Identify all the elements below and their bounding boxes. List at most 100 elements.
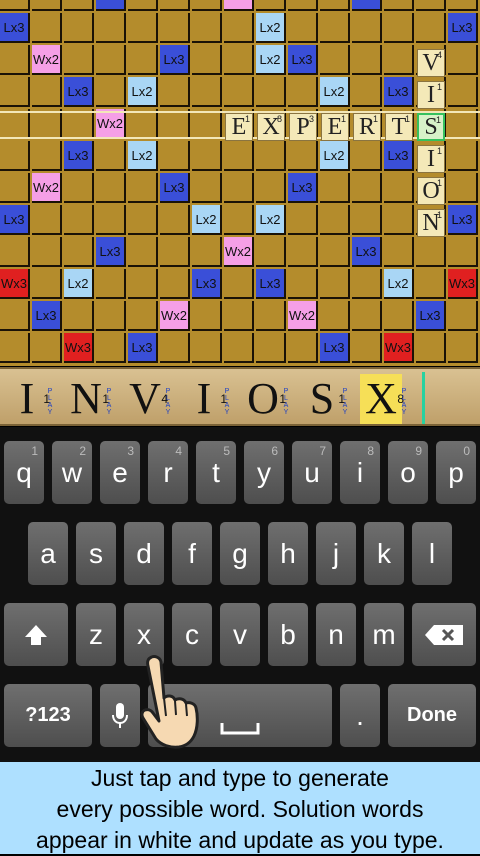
board-square [352,205,382,235]
board-square [64,0,94,11]
tile-score: 1 [340,114,346,124]
key-e[interactable]: e3 [100,441,140,504]
key-z[interactable]: z [76,603,116,666]
board-square [384,0,414,11]
done-key[interactable]: Done [388,684,476,747]
board-square [288,13,318,43]
key-g[interactable]: g [220,522,260,585]
board-square [352,141,382,171]
rack-tile[interactable]: I 1 PLAY [6,374,53,424]
board-square [32,0,62,11]
key-hint: 2 [79,444,86,458]
rack-tile-letter: I [196,374,212,423]
key-r[interactable]: r4 [148,441,188,504]
board-square [256,301,286,331]
premium-square: Lx3 [352,237,382,267]
board-square [96,13,126,43]
key-f[interactable]: f [172,522,212,585]
key-a[interactable]: a [28,522,68,585]
key-s[interactable]: s [76,522,116,585]
board-square [416,13,446,43]
premium-square: Lx3 [96,0,126,11]
rack-tile[interactable]: X 8 PLAY [360,374,406,424]
backspace-icon [425,624,463,645]
key-d[interactable]: d [124,522,164,585]
board-square [288,77,318,107]
rack-tile[interactable]: V 4 PLAY [124,374,170,424]
play-label[interactable]: PLAY [165,388,171,416]
key-q[interactable]: q1 [4,441,44,504]
premium-square: Lx2 [128,77,158,107]
key-i[interactable]: i8 [340,441,380,504]
premium-square: Lx3 [352,0,382,11]
board-square [224,333,254,363]
board-square [32,141,62,171]
delete-key[interactable] [412,603,476,666]
board-square [64,13,94,43]
key-k[interactable]: k [364,522,404,585]
board-square [320,301,350,331]
board-square [288,205,318,235]
board-square [384,205,414,235]
premium-square: Lx3 [320,333,350,363]
board-square [448,237,478,267]
board-tile: X8 [257,113,285,141]
symbols-key[interactable]: ?123 [4,684,92,747]
play-label[interactable]: PLAY [342,388,348,416]
mic-key[interactable] [100,684,140,747]
key-u[interactable]: u7 [292,441,332,504]
board-square [256,173,286,203]
board-square [96,45,126,75]
board-square [224,45,254,75]
microphone-icon [112,702,128,728]
key-label: t [212,456,220,488]
board-square [352,269,382,299]
shift-key[interactable] [4,603,68,666]
board-square [448,333,478,363]
board-square [64,173,94,203]
key-label: y [257,456,271,488]
play-label[interactable]: PLAY [106,388,112,416]
rack-tile-letter: I [19,374,35,423]
key-t[interactable]: t5 [196,441,236,504]
premium-square: Lx3 [96,237,126,267]
key-y[interactable]: y6 [244,441,284,504]
board-tile: I1 [417,81,445,109]
rack-tile[interactable]: N 1 PLAY [65,374,111,424]
period-key[interactable]: . [340,684,380,747]
board-square [0,141,30,171]
rack-tile[interactable]: I 1 PLAY [183,374,230,424]
board-square [64,45,94,75]
play-label[interactable]: PLAY [47,388,53,416]
key-w[interactable]: w2 [52,441,92,504]
premium-square: Lx3 [384,77,414,107]
key-o[interactable]: o9 [388,441,428,504]
board-square [224,301,254,331]
premium-square: Lx3 [288,173,318,203]
play-label[interactable]: PLAY [283,388,289,416]
board-square [160,0,190,11]
board-square [96,301,126,331]
board-square [224,269,254,299]
play-label[interactable]: PLAY [401,388,407,416]
key-h[interactable]: h [268,522,308,585]
rack-tile[interactable]: S 1 PLAY [301,374,348,424]
key-label: n [328,618,344,650]
premium-square: Lx3 [0,205,30,235]
key-p[interactable]: p0 [436,441,476,504]
tapping-hand-icon [140,655,199,749]
rack-tile[interactable]: O 1 PLAY [242,374,288,424]
rack-tile-letter: X [365,374,397,423]
key-b[interactable]: b [268,603,308,666]
premium-square: Wx2 [160,301,190,331]
tile-score: 1 [436,82,442,92]
key-n[interactable]: n [316,603,356,666]
key-l[interactable]: l [412,522,452,585]
premium-square: Wx2 [32,45,62,75]
play-label[interactable]: PLAY [224,388,230,416]
key-v[interactable]: v [220,603,260,666]
key-m[interactable]: m [364,603,404,666]
key-j[interactable]: j [316,522,356,585]
key-hint: 6 [271,444,278,458]
board-square [448,77,478,107]
